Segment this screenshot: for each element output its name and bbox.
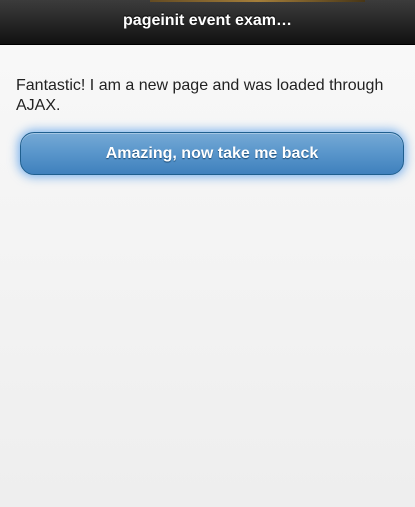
back-button[interactable]: Amazing, now take me back xyxy=(20,132,404,175)
page-header: pageinit event exam… xyxy=(0,0,415,45)
message-text: Fantastic! I am a new page and was loade… xyxy=(16,77,384,114)
header-decoration xyxy=(150,0,365,2)
page-content: Fantastic! I am a new page and was loade… xyxy=(16,76,401,116)
page-title: pageinit event exam… xyxy=(123,12,292,29)
